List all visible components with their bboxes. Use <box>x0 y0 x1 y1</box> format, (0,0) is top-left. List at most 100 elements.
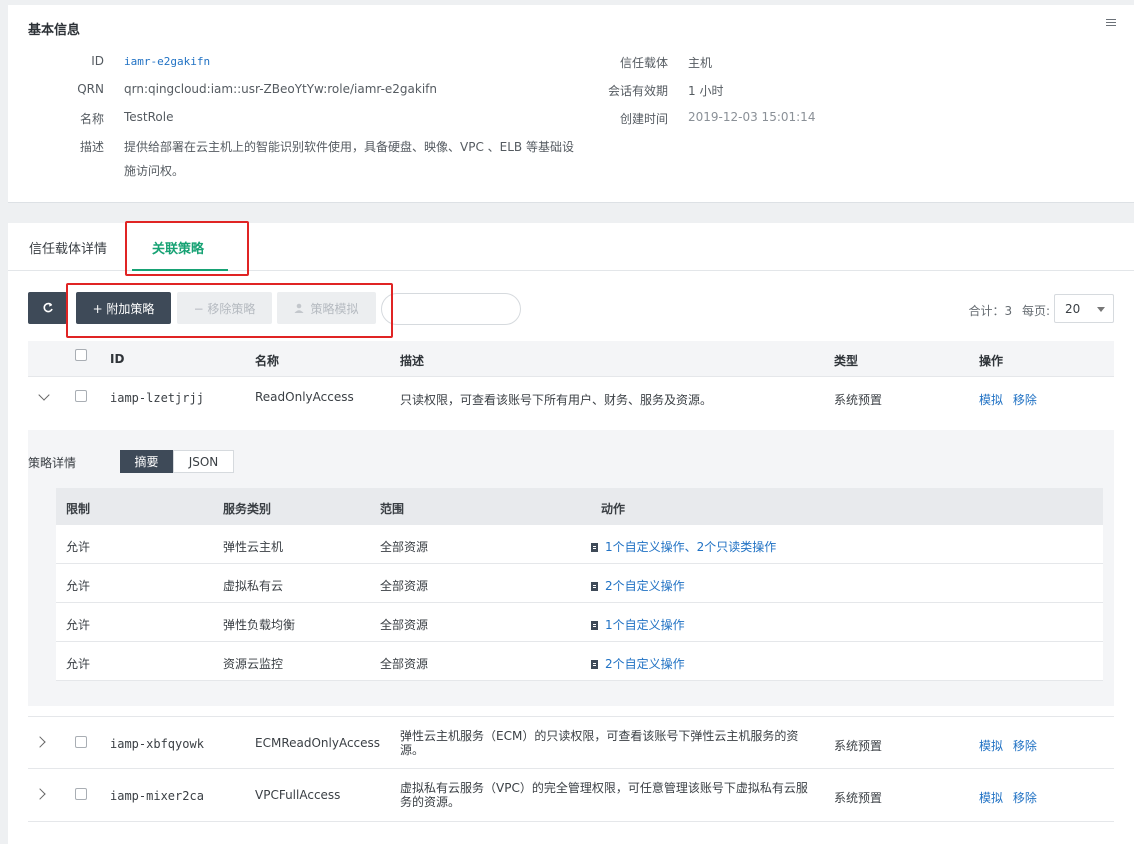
table-row: iamp-lzetjrjj ReadOnlyAccess 只读权限，可查看该账号… <box>28 377 1114 430</box>
row-checkbox[interactable] <box>75 736 87 748</box>
policy-desc: 虚拟私有云服务（VPC）的完全管理权限，可任意管理该账号下虚拟私有云服 务的资源… <box>400 781 808 809</box>
created-value: 2019-12-03 15:01:14 <box>688 110 816 124</box>
pagination-summary: 合计：3 每页: <box>968 302 1050 319</box>
policy-name: VPCFullAccess <box>255 788 341 802</box>
session-value: 1 小时 <box>688 84 724 98</box>
policy-desc: 只读权限，可查看该账号下所有用户、财务、服务及资源。 <box>400 393 713 407</box>
expand-row-icon[interactable] <box>34 736 46 748</box>
column-header-scope: 范围 <box>380 502 405 516</box>
statement-row: 允许 虚拟私有云 全部资源 2个自定义操作 <box>56 564 1103 603</box>
statement-table-header: 限制 服务类别 范围 动作 <box>56 488 1103 525</box>
column-header-action: 动作 <box>601 502 626 516</box>
column-header-id: ID <box>110 352 125 366</box>
statement-service: 弹性负载均衡 <box>223 618 296 632</box>
policy-name: ECMReadOnlyAccess <box>255 736 381 750</box>
row-actions: 模拟 移除 <box>979 737 1037 754</box>
policy-type: 系统预置 <box>834 393 883 407</box>
statement-action[interactable]: 2个自定义操作 <box>591 577 685 594</box>
created-label: 创建时间 <box>619 112 668 126</box>
tab-trust-details[interactable]: 信任载体详情 <box>29 238 107 257</box>
statement-effect: 允许 <box>66 579 91 593</box>
name-label: 名称 <box>79 112 104 126</box>
document-icon <box>591 621 598 630</box>
table-row: iamp-mixer2ca VPCFullAccess 虚拟私有云服务（VPC）… <box>28 769 1114 822</box>
simulate-link[interactable]: 模拟 <box>979 791 1003 805</box>
per-page-value: 20 <box>1065 302 1081 316</box>
row-checkbox[interactable] <box>75 390 87 402</box>
statement-action[interactable]: 1个自定义操作 <box>591 616 685 633</box>
policies-card: 信任载体详情 关联策略 + 附加策略 − 移除策略 策略模拟 合计：3 每页: … <box>8 221 1134 844</box>
remove-link[interactable]: 移除 <box>1013 791 1037 805</box>
policy-type: 系统预置 <box>834 739 883 753</box>
desc-label: 描述 <box>79 140 104 154</box>
statement-service: 虚拟私有云 <box>223 579 284 593</box>
tab-json[interactable]: JSON <box>173 450 234 473</box>
row-checkbox[interactable] <box>75 788 87 800</box>
column-header-name: 名称 <box>255 354 280 368</box>
user-icon <box>294 303 304 313</box>
menu-icon[interactable] <box>1104 17 1118 31</box>
policy-table-header: ID 名称 描述 类型 操作 <box>28 341 1114 377</box>
total-count: 合计：3 <box>968 304 1013 318</box>
policy-id-link[interactable]: iamp-lzetjrjj <box>110 391 204 405</box>
column-header-type: 类型 <box>834 354 859 368</box>
qrn-value: qrn:qingcloud:iam::usr-ZBeoYtYw:role/iam… <box>124 82 438 96</box>
qrn-label: QRN <box>77 82 104 96</box>
refresh-icon <box>42 302 53 313</box>
column-header-effect: 限制 <box>66 502 91 516</box>
column-header-service: 服务类别 <box>223 502 272 516</box>
statement-row: 允许 资源云监控 全部资源 2个自定义操作 <box>56 642 1103 681</box>
trust-value: 主机 <box>688 56 713 70</box>
refresh-button[interactable] <box>28 292 67 324</box>
statement-effect: 允许 <box>66 657 91 671</box>
simulate-policy-button[interactable]: 策略模拟 <box>277 292 376 324</box>
policy-name: ReadOnlyAccess <box>255 390 354 404</box>
policy-detail-label: 策略详情 <box>28 456 77 470</box>
statement-service: 资源云监控 <box>223 657 284 671</box>
tab-bar: 信任载体详情 关联策略 <box>8 223 1134 271</box>
document-icon <box>591 543 598 552</box>
statement-scope: 全部资源 <box>380 579 429 593</box>
id-label: ID <box>91 54 104 68</box>
active-tab-indicator <box>132 269 228 271</box>
simulate-link[interactable]: 模拟 <box>979 739 1003 753</box>
id-value[interactable]: iamr-e2gakifn <box>124 55 210 68</box>
collapse-row-icon[interactable] <box>38 389 50 401</box>
policy-type: 系统预置 <box>834 791 883 805</box>
policy-id-link[interactable]: iamp-xbfqyowk <box>110 737 204 751</box>
policy-id-link[interactable]: iamp-mixer2ca <box>110 789 204 803</box>
remove-link[interactable]: 移除 <box>1013 393 1037 407</box>
trust-label: 信任载体 <box>619 56 668 70</box>
remove-policy-button[interactable]: − 移除策略 <box>177 292 272 324</box>
search-input[interactable] <box>381 293 521 325</box>
desc-value-line1: 提供给部署在云主机上的智能识别软件使用，具备硬盘、映像、VPC 、ELB 等基础… <box>124 140 574 154</box>
document-icon <box>591 582 598 591</box>
statement-effect: 允许 <box>66 540 91 554</box>
statement-action[interactable]: 1个自定义操作、2个只读类操作 <box>591 538 776 555</box>
document-icon <box>591 660 598 669</box>
tab-attached-policies[interactable]: 关联策略 <box>152 238 204 257</box>
select-all-checkbox[interactable] <box>75 349 87 361</box>
policy-statement-table: 限制 服务类别 范围 动作 允许 弹性云主机 全部资源 1个自定义操作、2个只读… <box>56 488 1103 681</box>
tab-summary[interactable]: 摘要 <box>120 450 173 473</box>
statement-scope: 全部资源 <box>380 657 429 671</box>
statement-effect: 允许 <box>66 618 91 632</box>
statement-scope: 全部资源 <box>380 618 429 632</box>
row-actions: 模拟 移除 <box>979 789 1037 806</box>
per-page-label: 每页: <box>1021 304 1050 318</box>
remove-link[interactable]: 移除 <box>1013 739 1037 753</box>
per-page-select[interactable]: 20 <box>1054 294 1114 323</box>
expand-row-icon[interactable] <box>34 788 46 800</box>
statement-scope: 全部资源 <box>380 540 429 554</box>
statement-action[interactable]: 2个自定义操作 <box>591 655 685 672</box>
column-header-desc: 描述 <box>400 354 425 368</box>
attach-policy-button[interactable]: + 附加策略 <box>76 292 171 324</box>
statement-service: 弹性云主机 <box>223 540 284 554</box>
basic-info-card: 基本信息 ID iamr-e2gakifn QRN qrn:qingcloud:… <box>8 5 1134 203</box>
basic-info-title: 基本信息 <box>28 23 81 38</box>
policy-desc: 弹性云主机服务（ECM）的只读权限，可查看该账号下弹性云主机服务的资 源。 <box>400 729 799 757</box>
simulate-link[interactable]: 模拟 <box>979 393 1003 407</box>
statement-row: 允许 弹性负载均衡 全部资源 1个自定义操作 <box>56 603 1103 642</box>
statement-row: 允许 弹性云主机 全部资源 1个自定义操作、2个只读类操作 <box>56 525 1103 564</box>
session-label: 会话有效期 <box>607 84 668 98</box>
